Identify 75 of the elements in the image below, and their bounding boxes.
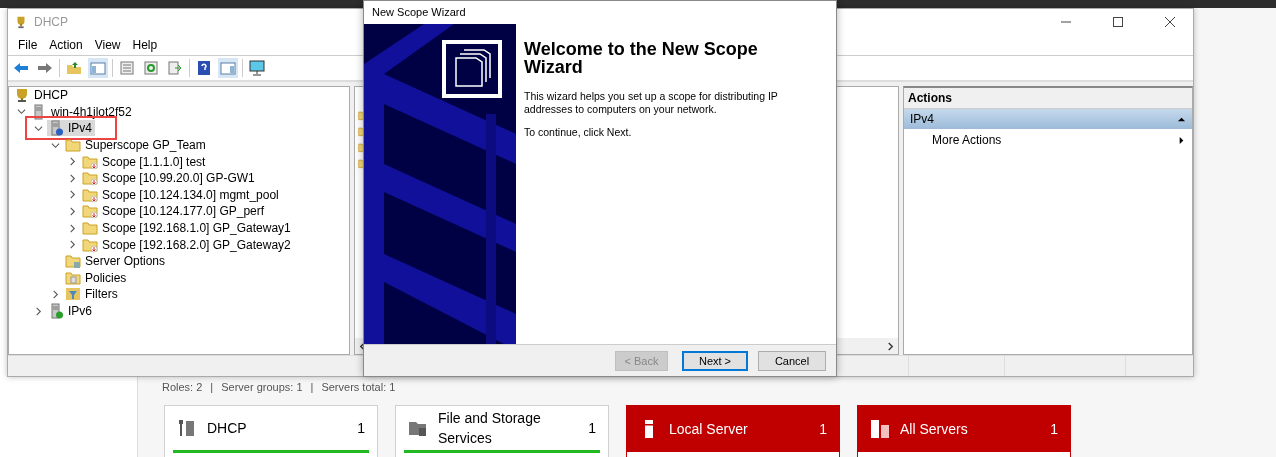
wizard-button[interactable]: Next > — [682, 350, 748, 371]
chevron-right-icon[interactable] — [68, 190, 77, 200]
tree-item[interactable]: win-4h1jlot2f52 — [30, 103, 135, 120]
tree-item[interactable]: Scope [192.168.1.0] GP_Gateway1 — [81, 220, 294, 237]
folder-icon — [82, 203, 98, 220]
role-tile[interactable]: File and Storage Services 1 — [395, 405, 609, 457]
pane-header: Actions — [904, 88, 1192, 109]
tree-item[interactable]: IPv6 — [47, 303, 95, 319]
separator: | — [310, 381, 314, 393]
folder-icon — [82, 236, 98, 253]
chevron-right-icon[interactable] — [68, 173, 77, 183]
actions-group-header[interactable]: IPv4 — [904, 109, 1192, 129]
chevron-right-icon[interactable] — [51, 289, 60, 299]
tile-count: 1 — [588, 420, 596, 436]
summary-text: Server groups: 1 — [221, 381, 303, 393]
dialog-title: New Scope Wizard — [364, 1, 836, 24]
chevron-down-icon[interactable] — [17, 107, 26, 117]
folder-icon — [82, 170, 98, 187]
tile-title: All Servers — [900, 420, 969, 439]
menu-item[interactable]: View — [88, 38, 127, 52]
tree-item[interactable]: Scope [10.124.134.0] mgmt_pool — [81, 186, 282, 203]
server-icon — [48, 303, 64, 319]
tree-item[interactable]: Superscope GP_Team — [64, 137, 209, 154]
tree-item[interactable]: Scope [10.124.177.0] GP_perf — [81, 203, 268, 220]
tile-title: File and Storage Services — [438, 409, 542, 448]
chevron-right-icon[interactable] — [68, 240, 77, 250]
tools-icon — [177, 418, 197, 438]
tree-item[interactable]: Scope [10.99.20.0] GP-GW1 — [81, 170, 258, 187]
chevron-right-icon[interactable] — [34, 306, 43, 316]
chevron-right-icon[interactable] — [68, 206, 77, 216]
submenu-arrow-icon — [1177, 135, 1186, 145]
wizard-heading: Welcome to the New Scope Wizard — [524, 40, 759, 76]
tree-item[interactable]: Scope [192.168.2.0] GP_Gateway2 — [81, 236, 294, 253]
tree-item[interactable]: DHCP — [13, 87, 71, 104]
menu-item[interactable]: File — [12, 38, 44, 52]
server-icon — [48, 120, 64, 137]
tree-item[interactable]: Filters — [64, 286, 121, 303]
folder-icon — [65, 269, 81, 286]
tile-count: 1 — [819, 421, 827, 437]
tile-title: Local Server — [669, 420, 749, 439]
tree-item[interactable]: Scope [1.1.1.0] test — [81, 153, 209, 170]
summary-text: Servers total: 1 — [321, 381, 396, 393]
chevron-down-icon[interactable] — [51, 140, 60, 150]
trophy-icon — [14, 87, 30, 104]
separator: | — [210, 381, 214, 393]
folder-icon — [65, 253, 81, 270]
role-tile[interactable]: Local Server 1 — [626, 405, 840, 457]
servers-icon — [870, 419, 890, 439]
wizard-button[interactable]: Cancel — [758, 350, 826, 371]
tree-item[interactable]: Policies — [64, 269, 130, 286]
menu-item[interactable]: Help — [126, 38, 164, 52]
filter-icon — [65, 286, 81, 303]
monitor-icon[interactable] — [247, 58, 267, 78]
tile-count: 1 — [1050, 421, 1058, 437]
tree-item[interactable]: IPv4 — [47, 120, 95, 137]
chevron-down-icon[interactable] — [34, 124, 43, 133]
refresh-icon[interactable] — [141, 58, 161, 78]
chevron-right-icon[interactable] — [68, 157, 77, 167]
menu-item[interactable]: Action — [43, 38, 89, 52]
tile-count: 1 — [357, 420, 365, 436]
tree-item[interactable]: Server Options — [64, 253, 169, 270]
folder-icon — [82, 186, 98, 203]
chevron-right-icon[interactable] — [68, 223, 77, 233]
role-tile[interactable]: All Servers 1 — [857, 405, 1071, 457]
tile-title: DHCP — [207, 419, 248, 438]
wizard-text: This wizard helps you set up a scope for distributing IP addresses to computers on your network. — [524, 90, 779, 116]
scroll-right-icon[interactable] — [886, 341, 895, 351]
action-item[interactable]: More Actions — [904, 129, 1192, 151]
window-title: DHCP — [34, 15, 68, 29]
wizard-text: To continue, click Next. — [524, 126, 633, 139]
folder-icon — [82, 220, 98, 237]
folder-icon — [65, 137, 81, 154]
role-tile[interactable]: DHCP 1 — [164, 405, 378, 457]
folder-icon — [82, 153, 98, 170]
summary-text: Roles: 2 — [162, 381, 203, 393]
